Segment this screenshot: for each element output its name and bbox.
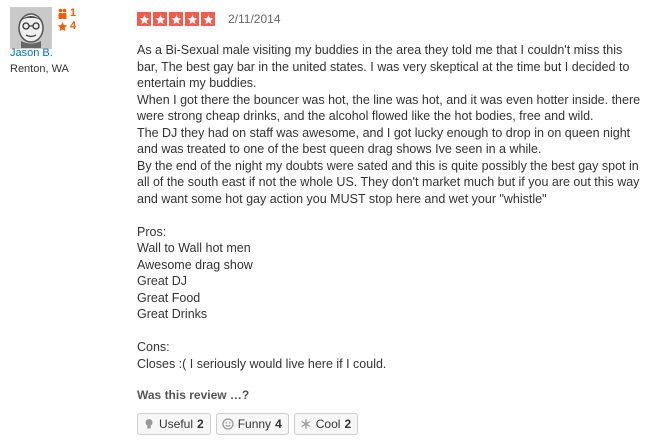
useful-button[interactable]: Useful 2 [137, 413, 211, 435]
lightbulb-icon [145, 419, 153, 429]
review-paragraph: The DJ they had on staff was awesome, an… [137, 125, 631, 157]
cool-button[interactable]: Cool 2 [293, 413, 359, 435]
reviews-stat: 4 [57, 20, 76, 33]
feedback-prompt: Was this review …? [137, 388, 250, 402]
review-paragraph: When I got there the bouncer was hot, th… [137, 92, 641, 124]
rating-star-icon [153, 12, 167, 26]
user-location: Renton, WA [10, 63, 69, 75]
user-stats: 1 4 [57, 7, 76, 33]
snowflake-icon [301, 419, 311, 429]
reviews-count: 4 [70, 20, 77, 32]
cool-label: Cool [315, 417, 341, 431]
useful-count: 2 [197, 417, 204, 431]
review-paragraph: Cons: [137, 340, 170, 354]
friends-icon [58, 8, 67, 19]
funny-count: 4 [275, 417, 282, 431]
friends-stat: 1 [57, 7, 76, 20]
review-paragraph: Wall to Wall hot men [137, 241, 251, 255]
cool-count: 2 [344, 417, 352, 431]
star-rating [137, 12, 217, 26]
review-paragraph: Great Drinks [137, 307, 208, 321]
rating-star-icon [137, 12, 151, 26]
review-paragraph: Great Food [137, 290, 201, 305]
feedback-buttons: Useful 2 Funny 4 Cool 2 [137, 413, 363, 435]
review-paragraph: As a Bi-Sexual male visiting my buddies … [137, 43, 630, 90]
user-avatar[interactable] [10, 7, 52, 49]
funny-button[interactable]: Funny 4 [215, 413, 289, 435]
star-icon [57, 21, 68, 32]
useful-label: Useful [159, 417, 194, 431]
review-text: As a Bi-Sexual male visiting my buddies … [137, 42, 642, 372]
rating-star-icon [185, 12, 199, 26]
review-paragraph: Great DJ [137, 274, 188, 288]
user-name-link[interactable]: Jason B. [10, 47, 53, 59]
smiley-icon [222, 418, 234, 430]
review-paragraph: Awesome drag show [137, 257, 253, 272]
rating-star-icon [201, 12, 215, 26]
rating-star-icon [169, 12, 183, 26]
funny-label: Funny [237, 417, 272, 431]
review-paragraph: Pros: [137, 224, 167, 239]
friends-count: 1 [70, 7, 77, 19]
review-paragraph: Closes :( I seriously would live here if… [137, 356, 387, 371]
review-date: 2/11/2014 [228, 12, 281, 26]
review-paragraph: By the end of the night my doubts were s… [137, 158, 640, 206]
